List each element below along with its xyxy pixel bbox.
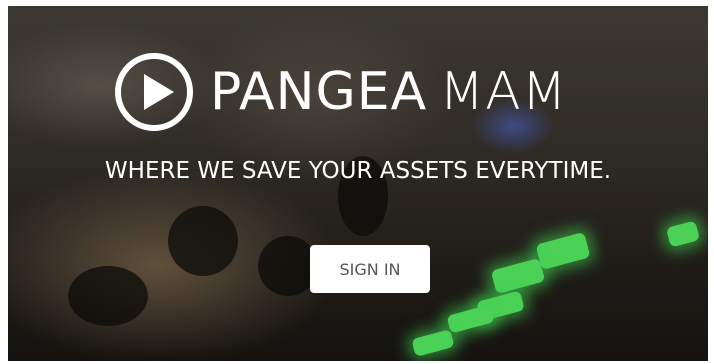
brand-logo: PANGEA MAM [114, 48, 568, 136]
brand-word-pangea: PANGEA [210, 62, 428, 122]
play-circle-icon [115, 53, 193, 131]
brand-name: PANGEA MAM [210, 66, 568, 118]
sign-in-button[interactable]: SIGN IN [310, 245, 430, 293]
hero-background: PANGEA MAM WHERE WE SAVE YOUR ASSETS EVER… [8, 6, 708, 361]
brand-word-mam: MAM [439, 62, 568, 122]
hero-tagline: WHERE WE SAVE YOUR ASSETS EVERYTIME. [104, 158, 612, 184]
